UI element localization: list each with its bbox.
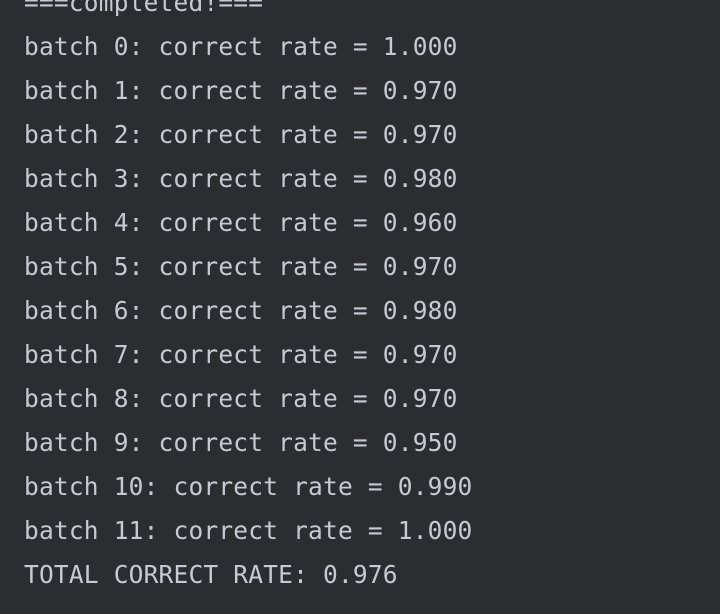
batch-3-line: batch 3: correct rate = 0.980 xyxy=(24,164,458,193)
batch-10-line: batch 10: correct rate = 0.990 xyxy=(24,472,473,501)
batch-8-line: batch 8: correct rate = 0.970 xyxy=(24,384,458,413)
console-output-text: ===completed!=== batch 0: correct rate =… xyxy=(24,0,720,597)
batch-7-line: batch 7: correct rate = 0.970 xyxy=(24,340,458,369)
batch-6-line: batch 6: correct rate = 0.980 xyxy=(24,296,458,325)
batch-11-line: batch 11: correct rate = 1.000 xyxy=(24,516,473,545)
batch-9-line: batch 9: correct rate = 0.950 xyxy=(24,428,458,457)
total-correct-rate-line: TOTAL CORRECT RATE: 0.976 xyxy=(24,560,398,589)
console-output-panel[interactable]: ===completed!=== batch 0: correct rate =… xyxy=(0,0,720,614)
status-line-completed: ===completed!=== xyxy=(24,0,264,17)
batch-4-line: batch 4: correct rate = 0.960 xyxy=(24,208,458,237)
batch-0-line: batch 0: correct rate = 1.000 xyxy=(24,32,458,61)
batch-1-line: batch 1: correct rate = 0.970 xyxy=(24,76,458,105)
batch-5-line: batch 5: correct rate = 0.970 xyxy=(24,252,458,281)
batch-2-line: batch 2: correct rate = 0.970 xyxy=(24,120,458,149)
